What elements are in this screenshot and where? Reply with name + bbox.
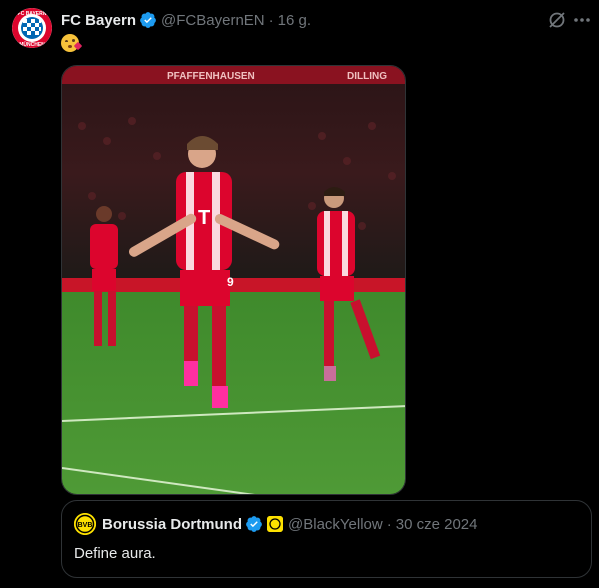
verified-badge-icon[interactable] (245, 515, 263, 533)
grok-button[interactable] (547, 10, 567, 30)
author-handle[interactable]: @FCBayernEN (161, 12, 265, 29)
separator: · (386, 515, 392, 533)
quoted-tweet[interactable]: BVB Borussia Dortmund @BlackYellow · 30 … (61, 500, 592, 578)
grok-icon (549, 12, 565, 28)
avatar[interactable]: FC BAYERN MÜNCHEN (12, 8, 52, 48)
kiss-emoji-icon (61, 33, 83, 52)
tweet-text (61, 32, 83, 52)
svg-text:T: T (198, 207, 210, 229)
verified-badge-icon[interactable] (139, 11, 157, 29)
quoted-author-handle[interactable]: @BlackYellow (288, 516, 383, 533)
quoted-author-name[interactable]: Borussia Dortmund (102, 516, 242, 533)
affiliate-badge-icon[interactable] (267, 516, 284, 532)
svg-text:FC BAYERN: FC BAYERN (18, 11, 47, 17)
more-icon (574, 18, 590, 22)
separator: · (268, 11, 274, 29)
stadium-banner-text: PFAFFENHAUSEN (167, 71, 255, 82)
quoted-avatar[interactable]: BVB (74, 513, 96, 535)
svg-text:BVB: BVB (78, 522, 93, 529)
stadium-banner-text-right: DILLING (347, 71, 387, 82)
bvb-logo: BVB (74, 513, 96, 535)
quoted-date[interactable]: 30 cze 2024 (396, 516, 478, 533)
tweet-media-image[interactable]: PFAFFENHAUSEN DILLING T 9 (61, 65, 406, 495)
svg-text:MÜNCHEN: MÜNCHEN (19, 41, 45, 48)
author-name[interactable]: FC Bayern (61, 12, 136, 29)
quoted-tweet-text: Define aura. (74, 545, 156, 562)
fc-bayern-logo: FC BAYERN MÜNCHEN (12, 8, 52, 48)
football-celebration-photo: PFAFFENHAUSEN DILLING T 9 (62, 66, 405, 494)
quoted-tweet-header: BVB Borussia Dortmund @BlackYellow · 30 … (74, 513, 477, 535)
more-options-button[interactable] (572, 10, 592, 30)
tweet-header: FC Bayern @FCBayernEN · 16 g. (61, 10, 311, 30)
shirt-number: 9 (227, 275, 234, 289)
timestamp[interactable]: 16 g. (278, 12, 311, 29)
